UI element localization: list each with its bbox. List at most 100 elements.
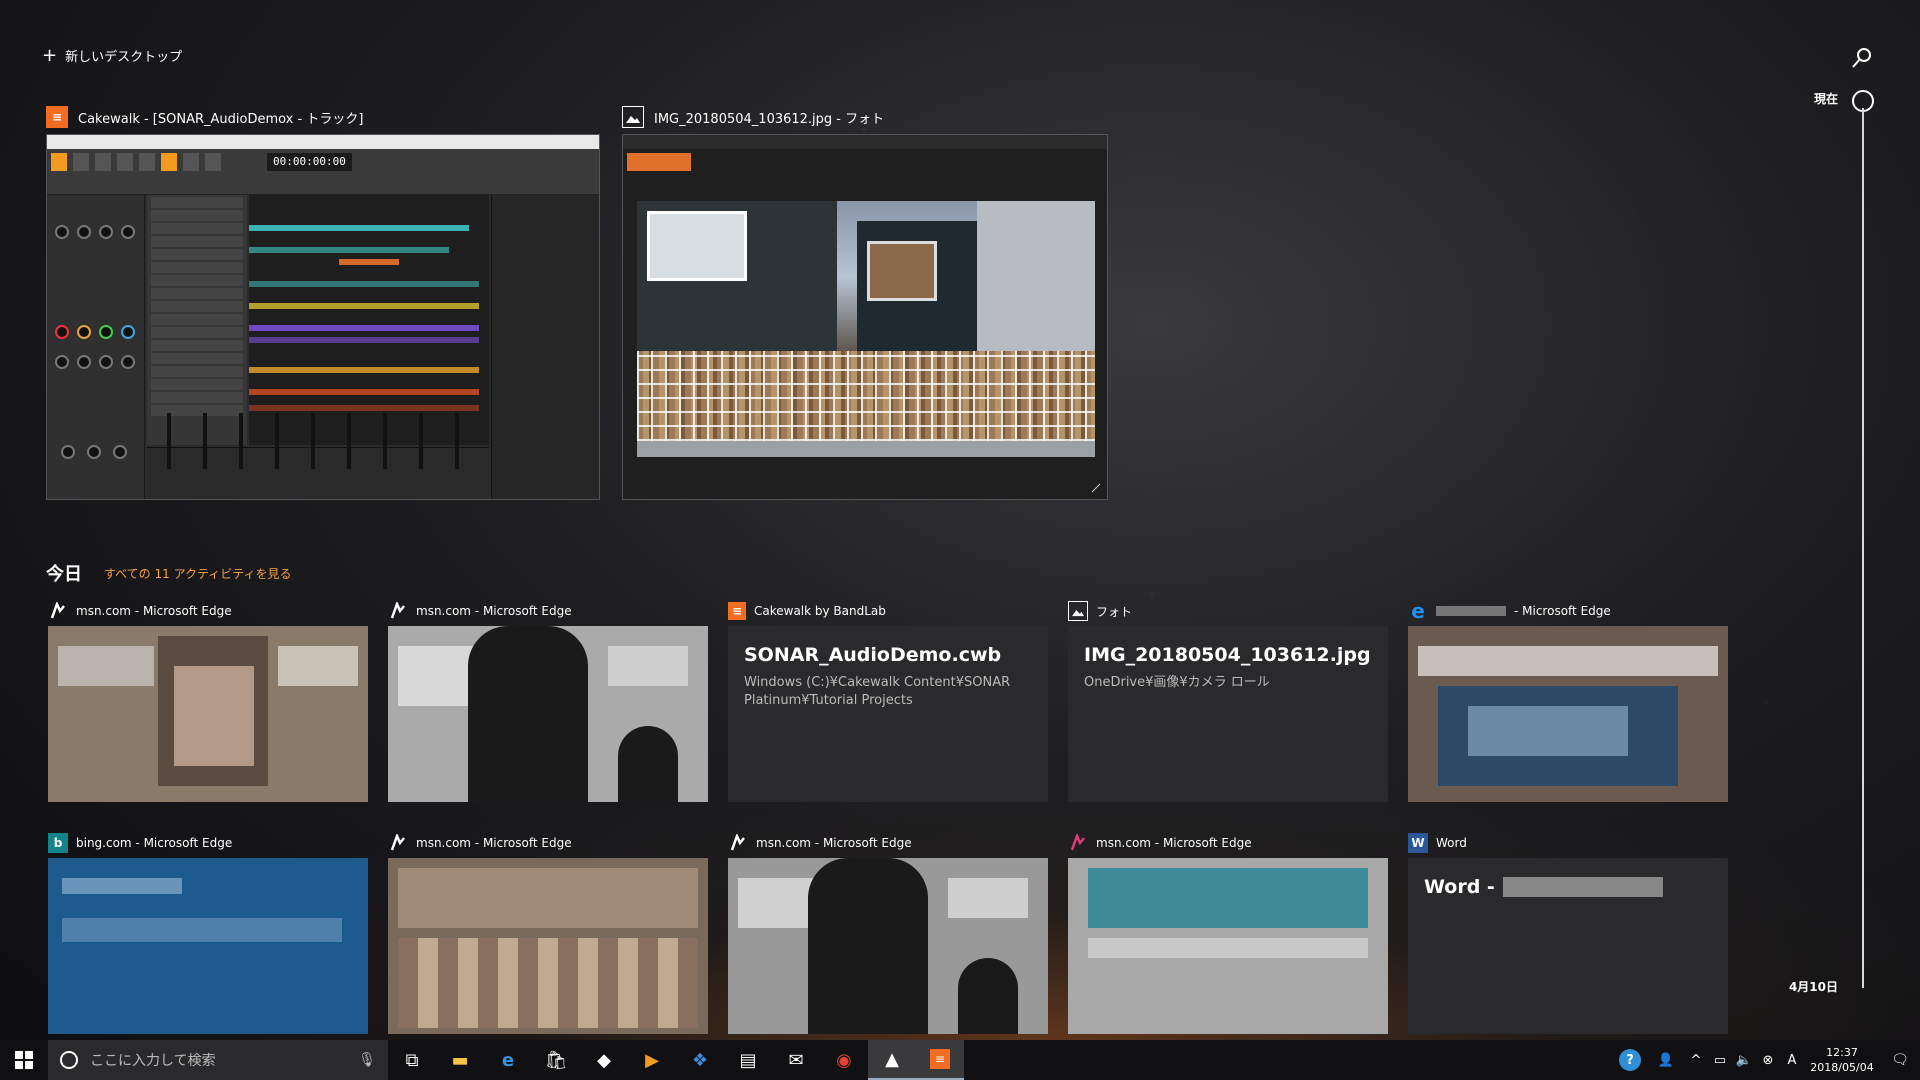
- activity-card-cakewalk[interactable]: ≡ Cakewalk by BandLab SONAR_AudioDemo.cw…: [728, 600, 1048, 802]
- card-subtitle: Windows (C:)¥Cakewalk Content¥SONAR Plat…: [744, 675, 1011, 709]
- clip-lanes: [249, 195, 489, 445]
- cakewalk-icon: ≡: [46, 106, 68, 128]
- card-app-label: bing.com - Microsoft Edge: [76, 836, 233, 850]
- card-title: IMG_20180504_103612.jpg: [1084, 644, 1371, 666]
- card-preview[interactable]: [1068, 858, 1388, 1034]
- windows-icon: [15, 1051, 33, 1069]
- window-thumbnail[interactable]: [622, 134, 1108, 500]
- network-icon[interactable]: ▭: [1708, 1040, 1732, 1080]
- mail-icon[interactable]: ✉: [772, 1040, 820, 1080]
- activity-card[interactable]: msn.com - Microsoft Edge: [1068, 832, 1388, 1034]
- plus-icon: +: [42, 44, 58, 66]
- card-preview[interactable]: [728, 858, 1048, 1034]
- card-app-label: msn.com - Microsoft Edge: [76, 604, 232, 618]
- card-app-label: msn.com - Microsoft Edge: [756, 836, 912, 850]
- volume-icon[interactable]: 🔈: [1732, 1040, 1756, 1080]
- activity-card[interactable]: msn.com - Microsoft Edge: [48, 600, 368, 802]
- photo-preview: [637, 201, 1095, 457]
- card-preview[interactable]: SONAR_AudioDemo.cwb Windows (C:)¥Cakewal…: [728, 626, 1048, 802]
- window-title: Cakewalk - [SONAR_AudioDemox - トラック]: [78, 111, 364, 127]
- msn-icon: [388, 833, 408, 853]
- card-preview[interactable]: [1408, 626, 1728, 802]
- card-preview[interactable]: [388, 626, 708, 802]
- activity-card[interactable]: msn.com - Microsoft Edge: [388, 832, 708, 1034]
- activity-card[interactable]: msn.com - Microsoft Edge: [388, 600, 708, 802]
- chevron-up-icon[interactable]: ^: [1684, 1040, 1708, 1080]
- file-explorer-icon[interactable]: ▬: [436, 1040, 484, 1080]
- search-icon[interactable]: [1850, 46, 1874, 70]
- cakewalk-icon[interactable]: ≡: [916, 1040, 964, 1080]
- cortana-icon: [60, 1051, 78, 1069]
- taskbar-search-box[interactable]: ここに入力して検索 🎙: [48, 1040, 388, 1080]
- card-app-label: Word: [1436, 836, 1467, 850]
- card-preview[interactable]: IMG_20180504_103612.jpg OneDrive¥画像¥カメラ …: [1068, 626, 1388, 802]
- edge-icon: e: [1411, 599, 1425, 623]
- clock-time: 12:37: [1826, 1045, 1858, 1059]
- activity-card-word[interactable]: W Word Word -: [1408, 832, 1728, 1034]
- ime-icon[interactable]: A: [1780, 1040, 1804, 1080]
- card-app-label: msn.com - Microsoft Edge: [416, 604, 572, 618]
- titlebar: [47, 135, 599, 149]
- photos-icon[interactable]: ▲: [868, 1040, 916, 1080]
- people-icon[interactable]: 👤: [1648, 1040, 1684, 1080]
- track-list: [147, 195, 247, 445]
- card-preview[interactable]: [388, 858, 708, 1034]
- media-player-icon[interactable]: ▶: [628, 1040, 676, 1080]
- new-desktop-button[interactable]: + 新しいデスクトップ: [42, 46, 182, 65]
- card-title: SONAR_AudioDemo.cwb: [744, 644, 1002, 666]
- activity-card-photos[interactable]: フォト IMG_20180504_103612.jpg OneDrive¥画像¥…: [1068, 600, 1388, 802]
- msn-icon: [388, 601, 408, 621]
- inspector-panel: [47, 195, 145, 499]
- notification-icon[interactable]: 🗨: [1880, 1040, 1920, 1080]
- start-button[interactable]: [0, 1040, 48, 1080]
- activity-card[interactable]: msn.com - Microsoft Edge: [728, 832, 1048, 1034]
- search-placeholder: ここに入力して検索: [90, 1053, 216, 1069]
- edge-icon[interactable]: e: [484, 1040, 532, 1080]
- microphone-icon[interactable]: 🎙: [358, 1052, 376, 1068]
- card-preview[interactable]: Word -: [1408, 858, 1728, 1034]
- see-all-activities-link[interactable]: すべての 11 アクティビティを見る: [104, 565, 292, 582]
- timeline-date-label: 4月10日: [1788, 980, 1838, 994]
- card-app-label: msn.com - Microsoft Edge: [416, 836, 572, 850]
- card-app-label: msn.com - Microsoft Edge: [1096, 836, 1252, 850]
- msn-icon: [728, 833, 748, 853]
- cakewalk-icon: ≡: [728, 602, 746, 620]
- expand-icon[interactable]: [1091, 483, 1101, 493]
- redacted-text: [1502, 877, 1663, 897]
- activity-card[interactable]: e - Microsoft Edge: [1408, 599, 1728, 802]
- card-preview[interactable]: [48, 858, 368, 1034]
- card-subtitle: OneDrive¥画像¥カメラ ロール: [1084, 675, 1270, 690]
- photos-icon: [622, 106, 644, 128]
- photos-icon: [1068, 601, 1088, 621]
- timeline-track[interactable]: [1862, 108, 1864, 988]
- activity-card[interactable]: b bing.com - Microsoft Edge: [48, 832, 368, 1034]
- card-app-label: - Microsoft Edge: [1514, 604, 1611, 618]
- store-icon[interactable]: 🛍: [532, 1040, 580, 1080]
- msn-icon-pink: [1068, 833, 1088, 853]
- card-app-label: Cakewalk by BandLab: [754, 604, 886, 618]
- card-title: Word -: [1424, 876, 1495, 898]
- titlebar: [623, 135, 1107, 149]
- taskbar-clock[interactable]: 12:37 2018/05/04: [1804, 1045, 1880, 1076]
- taskbar: ここに入力して検索 🎙 ⧉ ▬ e 🛍 ◆ ▶ ❖ ▤ ✉ ◉ ▲ ≡ ? 👤 …: [0, 1040, 1920, 1080]
- console-view: [147, 413, 489, 499]
- control-bar: 00:00:00:00: [47, 149, 599, 195]
- window-cakewalk[interactable]: ≡ Cakewalk - [SONAR_AudioDemox - トラック] 0…: [46, 106, 600, 500]
- game-icon[interactable]: ◆: [580, 1040, 628, 1080]
- close-circle-icon[interactable]: ⊗: [1756, 1040, 1780, 1080]
- window-photos[interactable]: IMG_20180504_103612.jpg - フォト: [622, 106, 1108, 500]
- dropbox-icon[interactable]: ❖: [676, 1040, 724, 1080]
- card-app-label: フォト: [1096, 604, 1133, 619]
- folder-icon[interactable]: ▤: [724, 1040, 772, 1080]
- card-preview[interactable]: [48, 626, 368, 802]
- help-icon[interactable]: ?: [1612, 1040, 1648, 1080]
- window-thumbnail[interactable]: 00:00:00:00: [46, 134, 600, 500]
- section-title: 今日: [46, 564, 82, 585]
- bing-icon: b: [48, 833, 68, 853]
- word-icon: W: [1408, 833, 1428, 853]
- chrome-icon[interactable]: ◉: [820, 1040, 868, 1080]
- task-view-icon[interactable]: ⧉: [388, 1040, 436, 1080]
- new-desktop-label: 新しいデスクトップ: [65, 50, 183, 65]
- browser-panel: [491, 195, 599, 499]
- transport-time: 00:00:00:00: [267, 153, 352, 171]
